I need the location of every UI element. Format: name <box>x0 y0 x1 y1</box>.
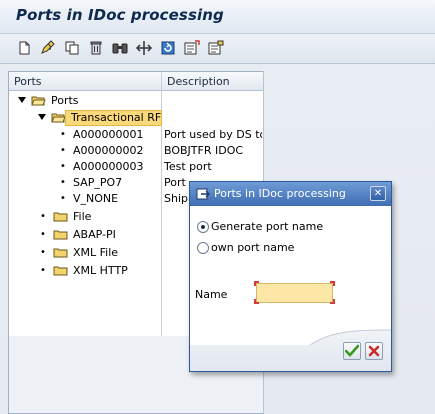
delete-icon[interactable] <box>88 40 104 56</box>
bullet-icon: • <box>60 129 66 140</box>
bullet-icon: • <box>60 161 66 172</box>
tree-header: Ports Description <box>9 72 263 91</box>
port-name-input[interactable] <box>256 283 333 303</box>
port-description: Test port <box>164 160 212 173</box>
port-name: A000000002 <box>73 144 144 157</box>
name-label: Name <box>195 288 228 301</box>
cancel-icon <box>368 345 380 357</box>
checkmark-icon <box>345 344 359 357</box>
column-header-description[interactable]: Description <box>167 75 230 88</box>
port-description: BOBJTFR IDOC <box>164 144 244 157</box>
expand-icon[interactable] <box>184 40 200 56</box>
folder-icon <box>53 266 68 276</box>
find-icon[interactable] <box>112 40 128 56</box>
tree-node-ports[interactable]: Ports <box>9 93 263 109</box>
change-icon[interactable] <box>40 40 56 56</box>
tree-row-port[interactable]: • A000000003 Test port <box>9 159 263 175</box>
port-name: A000000001 <box>73 128 144 141</box>
close-icon[interactable]: ✕ <box>370 186 386 201</box>
bullet-icon: • <box>40 229 46 240</box>
radio-button[interactable] <box>197 242 209 254</box>
port-name: V_NONE <box>73 192 119 205</box>
dialog-app-icon <box>196 188 210 200</box>
expand-arrow-icon[interactable] <box>18 97 26 103</box>
port-description: Port used by DS to <box>164 128 262 141</box>
create-port-dialog: Ports in IDoc processing ✕ Generate port… <box>189 181 392 372</box>
tree-node-label: Transactional RF <box>71 111 162 124</box>
port-name: A000000003 <box>73 160 144 173</box>
radio-button-selected[interactable] <box>197 221 209 233</box>
radio-label: own port name <box>211 241 295 254</box>
tree-node-label: File <box>73 210 92 223</box>
bullet-icon: • <box>60 145 66 156</box>
folder-icon <box>53 230 68 240</box>
folder-icon <box>53 248 68 258</box>
tree-node-label: Ports <box>51 94 79 107</box>
confirm-button[interactable] <box>343 342 361 360</box>
folder-open-icon <box>31 96 46 106</box>
tree-node-label: XML HTTP <box>73 264 128 277</box>
required-marker <box>254 281 259 286</box>
collapse-icon[interactable] <box>208 40 224 56</box>
expand-arrow-icon[interactable] <box>38 114 46 120</box>
title-bar: Ports in IDoc processing <box>0 0 435 34</box>
navigate-icon[interactable] <box>136 40 152 56</box>
tree-row-port[interactable]: • A000000002 BOBJTFR IDOC <box>9 143 263 159</box>
bullet-icon: • <box>40 247 46 258</box>
bullet-icon: • <box>60 193 66 204</box>
required-marker <box>330 281 335 286</box>
required-marker <box>254 299 259 304</box>
cancel-button[interactable] <box>365 342 383 360</box>
tree-node-transactional-rfc[interactable]: Transactional RF <box>9 110 263 126</box>
dialog-title: Ports in IDoc processing <box>214 187 346 200</box>
copy-icon[interactable] <box>64 40 80 56</box>
bullet-icon: • <box>40 211 46 222</box>
tree-node-label: XML File <box>73 246 119 259</box>
radio-label: Generate port name <box>211 220 324 233</box>
required-marker <box>330 299 335 304</box>
refresh-icon[interactable] <box>160 40 176 56</box>
application-toolbar <box>0 34 435 64</box>
folder-open-icon <box>51 113 66 123</box>
port-name: SAP_PO7 <box>73 176 123 189</box>
page-title: Ports in IDoc processing <box>16 6 224 24</box>
column-header-ports[interactable]: Ports <box>14 75 42 88</box>
bullet-icon: • <box>40 265 46 276</box>
dialog-title-bar[interactable]: Ports in IDoc processing ✕ <box>190 182 391 206</box>
bullet-icon: • <box>60 177 66 188</box>
tree-node-label: ABAP-PI <box>73 228 116 241</box>
create-icon[interactable] <box>16 40 32 56</box>
tree-row-port[interactable]: • A000000001 Port used by DS to <box>9 127 263 143</box>
folder-icon <box>53 212 68 222</box>
